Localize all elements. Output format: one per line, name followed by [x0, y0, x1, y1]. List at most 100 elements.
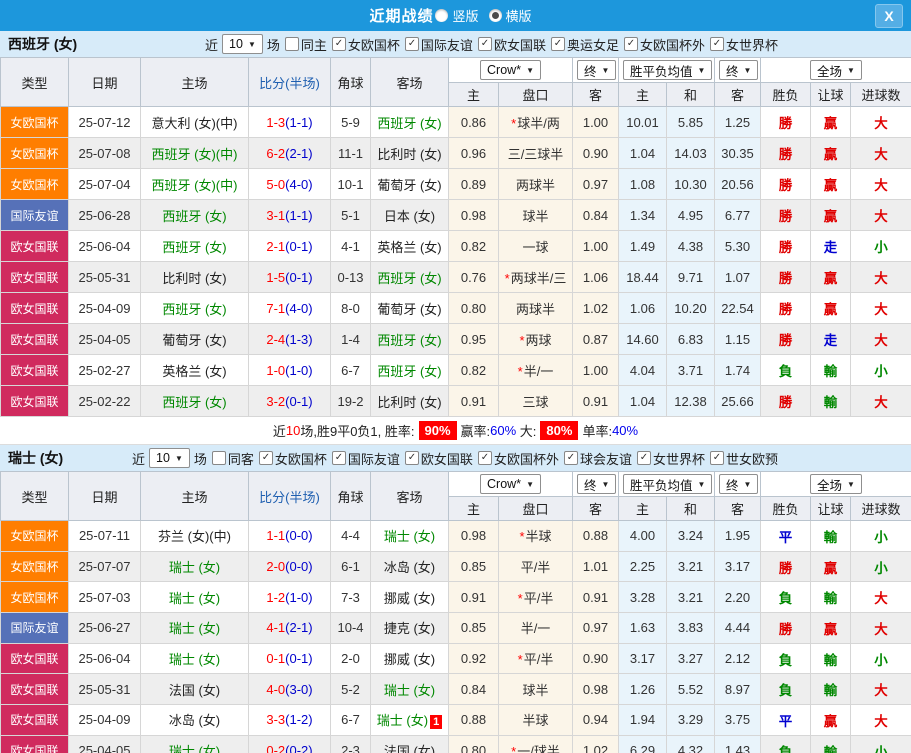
- lose-odds: 30.35: [714, 137, 761, 169]
- same-venue-checkbox[interactable]: [284, 37, 299, 51]
- rank-badge: 1: [430, 715, 443, 730]
- column-header: 主场: [140, 57, 249, 107]
- horizontal-layout-radio[interactable]: 横版: [488, 6, 532, 25]
- competition-checkbox[interactable]: [477, 37, 492, 51]
- lose-odds: 6.77: [714, 199, 761, 231]
- close-icon[interactable]: X: [875, 4, 903, 28]
- match-row: 欧女国联 25-06-04 西班牙 (女) 2-1(0-1) 4-1 英格兰 (女) 0.8…: [0, 230, 911, 262]
- competition-checkbox[interactable]: [258, 451, 273, 465]
- home-odds: 0.82: [448, 230, 499, 262]
- competition-checkbox[interactable]: [550, 37, 565, 51]
- panel-title: 近期战绩: [369, 8, 434, 25]
- lose-odds: 2.20: [714, 581, 761, 614]
- home-team: 西班牙 (女)(中): [140, 168, 249, 200]
- recent-label: 近: [132, 451, 146, 467]
- home-team: 瑞士 (女): [140, 581, 249, 614]
- competition-checkbox[interactable]: [709, 37, 724, 51]
- column-subheader: 进球数: [850, 82, 911, 107]
- column-header: 比分(半场): [248, 471, 331, 521]
- away-team: 捷克 (女): [370, 612, 449, 644]
- home-odds: 0.85: [448, 550, 499, 583]
- home-team: 西班牙 (女): [140, 230, 249, 262]
- wdl-period-select[interactable]: 终 ▼: [719, 474, 759, 494]
- summary-part: 赢率:: [460, 424, 491, 439]
- goals-result: 大: [850, 292, 911, 324]
- home-odds: 0.80: [448, 292, 499, 324]
- recent-count-select[interactable]: 10 ▼: [149, 448, 190, 468]
- wdl-source-select[interactable]: 胜平负均值 ▼: [623, 60, 713, 80]
- recent-count-select[interactable]: 10 ▼: [222, 34, 263, 54]
- score: 1-3(1-1): [248, 106, 331, 138]
- match-row: 国际友谊 25-06-27 瑞士 (女) 4-1(2-1) 10-4 捷克 (女) 0.85…: [0, 612, 911, 644]
- draw-odds: 3.21: [666, 550, 715, 583]
- handicap-result: 贏: [810, 199, 851, 231]
- competition-checkbox[interactable]: [636, 451, 651, 465]
- competition-label: 国际友谊: [347, 451, 400, 467]
- draw-odds: 12.38: [666, 385, 715, 417]
- column-header: 角球: [330, 471, 371, 521]
- away-odds: 0.94: [572, 704, 619, 736]
- match-date: 25-04-09: [68, 292, 141, 324]
- competition-checkbox[interactable]: [709, 451, 724, 465]
- team-name: 瑞士 (女): [8, 450, 64, 466]
- win-odds: 4.04: [618, 354, 667, 386]
- match-row: 女欧国杯 25-07-07 瑞士 (女) 2-0(0-0) 6-1 冰岛 (女) 0.85 平…: [0, 550, 911, 583]
- result: 平: [760, 704, 811, 736]
- column-subheader: 胜负: [760, 82, 811, 107]
- goals-result: 大: [850, 106, 911, 138]
- column-subheader: 客: [714, 82, 761, 107]
- away-odds: 1.00: [572, 106, 619, 138]
- odds-period-select[interactable]: 终 ▼: [577, 474, 617, 494]
- scope-select[interactable]: 全场 ▼: [810, 60, 862, 80]
- win-odds: 1.63: [618, 612, 667, 644]
- score: 4-0(3-0): [248, 673, 331, 706]
- column-subheader: 主: [618, 82, 667, 107]
- match-row: 欧女国联 25-04-05 葡萄牙 (女) 2-4(1-3) 1-4 西班牙 (女) 0.9…: [0, 323, 911, 355]
- match-date: 25-07-03: [68, 581, 141, 614]
- same-venue-label: 同主: [300, 37, 327, 53]
- competition-checkbox[interactable]: [331, 37, 346, 51]
- column-subheader: 盘口: [498, 82, 573, 107]
- win-odds: 6.29: [618, 734, 667, 753]
- away-odds: 0.91: [572, 385, 619, 417]
- away-odds: 1.00: [572, 230, 619, 262]
- home-odds: 0.98: [448, 520, 499, 552]
- same-venue-checkbox[interactable]: [211, 451, 226, 465]
- vertical-layout-radio[interactable]: 竖版: [435, 6, 479, 25]
- column-header: 类型: [0, 57, 69, 107]
- odds-source-select[interactable]: Crow* ▼: [480, 60, 541, 80]
- scope-select[interactable]: 全场 ▼: [810, 474, 862, 494]
- summary-part: 60%: [490, 423, 517, 438]
- away-team: 葡萄牙 (女): [370, 168, 449, 200]
- odds-period-select[interactable]: 终 ▼: [577, 60, 617, 80]
- competition-checkbox[interactable]: [563, 451, 578, 465]
- competition-checkbox[interactable]: [404, 37, 419, 51]
- wdl-source-select[interactable]: 胜平负均值 ▼: [623, 474, 713, 494]
- handicap: 球半: [498, 673, 573, 706]
- dropdown-arrow-icon: ▼: [601, 479, 610, 489]
- competition-checkbox[interactable]: [623, 37, 638, 51]
- competition-checkbox[interactable]: [477, 451, 492, 465]
- goals-result: 小: [850, 734, 911, 753]
- home-team: 西班牙 (女): [140, 385, 249, 417]
- summary-part: 大:: [516, 424, 537, 439]
- league-badge: 女欧国杯: [0, 168, 69, 200]
- competition-checkbox[interactable]: [331, 451, 346, 465]
- result: 勝: [760, 612, 811, 644]
- handicap-result: 贏: [810, 168, 851, 200]
- goals-result: 小: [850, 230, 911, 262]
- home-team: 法国 (女): [140, 673, 249, 706]
- handicap-result: 走: [810, 323, 851, 355]
- team-section: 西班牙 (女)近10▼场同主女欧国杯国际友谊欧女国联奥运女足女欧国杯外女世界杯类…: [0, 31, 911, 445]
- wdl-period-select[interactable]: 终 ▼: [719, 60, 759, 80]
- match-row: 女欧国杯 25-07-03 瑞士 (女) 1-2(1-0) 7-3 挪威 (女) 0.91 *…: [0, 581, 911, 614]
- league-badge: 女欧国杯: [0, 581, 69, 614]
- dropdown-arrow-icon: ▼: [743, 479, 752, 489]
- odds-source-select[interactable]: Crow* ▼: [480, 474, 541, 494]
- column-header: 日期: [68, 471, 141, 521]
- competition-checkbox[interactable]: [404, 451, 419, 465]
- results-table: 类型 日期 主场 比分(半场) 角球 客场 Crow* ▼ 终 ▼ 胜平负均值 ▼ 终 ▼ 全场 ▼ 主盘口客主…: [0, 471, 911, 753]
- column-header: 日期: [68, 57, 141, 107]
- match-row: 女欧国杯 25-07-12 意大利 (女)(中) 1-3(1-1) 5-9 西班牙 (女)…: [0, 106, 911, 138]
- match-date: 25-02-22: [68, 385, 141, 417]
